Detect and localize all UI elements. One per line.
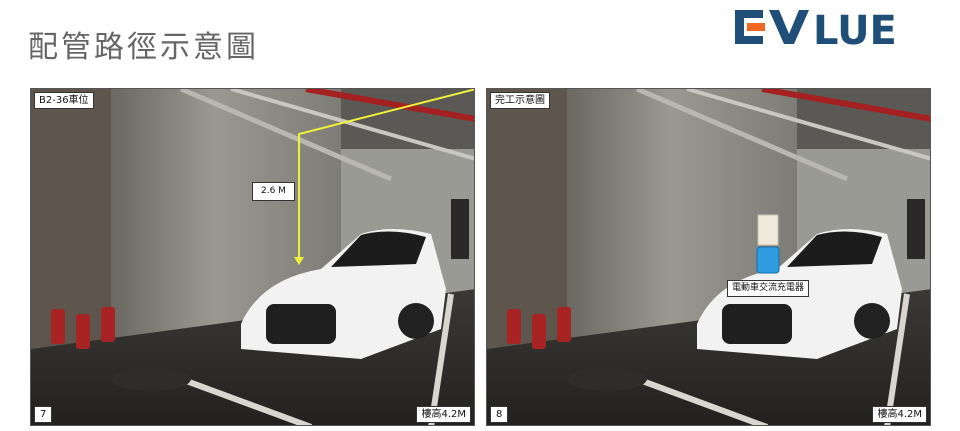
- page-title: 配管路徑示意圖: [28, 30, 259, 65]
- svg-text:LUE: LUE: [813, 8, 897, 48]
- right-photo: 完工示意圖 電動車交流充電器 8 樓高4.2M: [486, 88, 931, 426]
- left-photo: B2-36車位 2.6 M 7 樓高4.2M: [30, 88, 475, 426]
- height-label: 樓高4.2M: [416, 406, 471, 423]
- evalue-logo: LUE: [735, 8, 897, 48]
- charger-icon: [756, 246, 780, 274]
- parking-scene-image: [31, 89, 474, 425]
- height-label: 樓高4.2M: [872, 406, 927, 423]
- page-number: 8: [490, 406, 509, 423]
- logo-v-icon: [769, 10, 809, 44]
- device-label: 電動車交流充電器: [727, 280, 810, 297]
- parking-scene-image: [487, 89, 930, 425]
- photo-caption: 完工示意圖: [490, 92, 550, 109]
- photo-caption: B2-36車位: [34, 92, 94, 109]
- page-number: 7: [34, 406, 53, 423]
- logo-e-icon: [735, 10, 765, 44]
- conduit-box-icon: [757, 214, 779, 246]
- measure-label: 2.6 M: [252, 182, 295, 201]
